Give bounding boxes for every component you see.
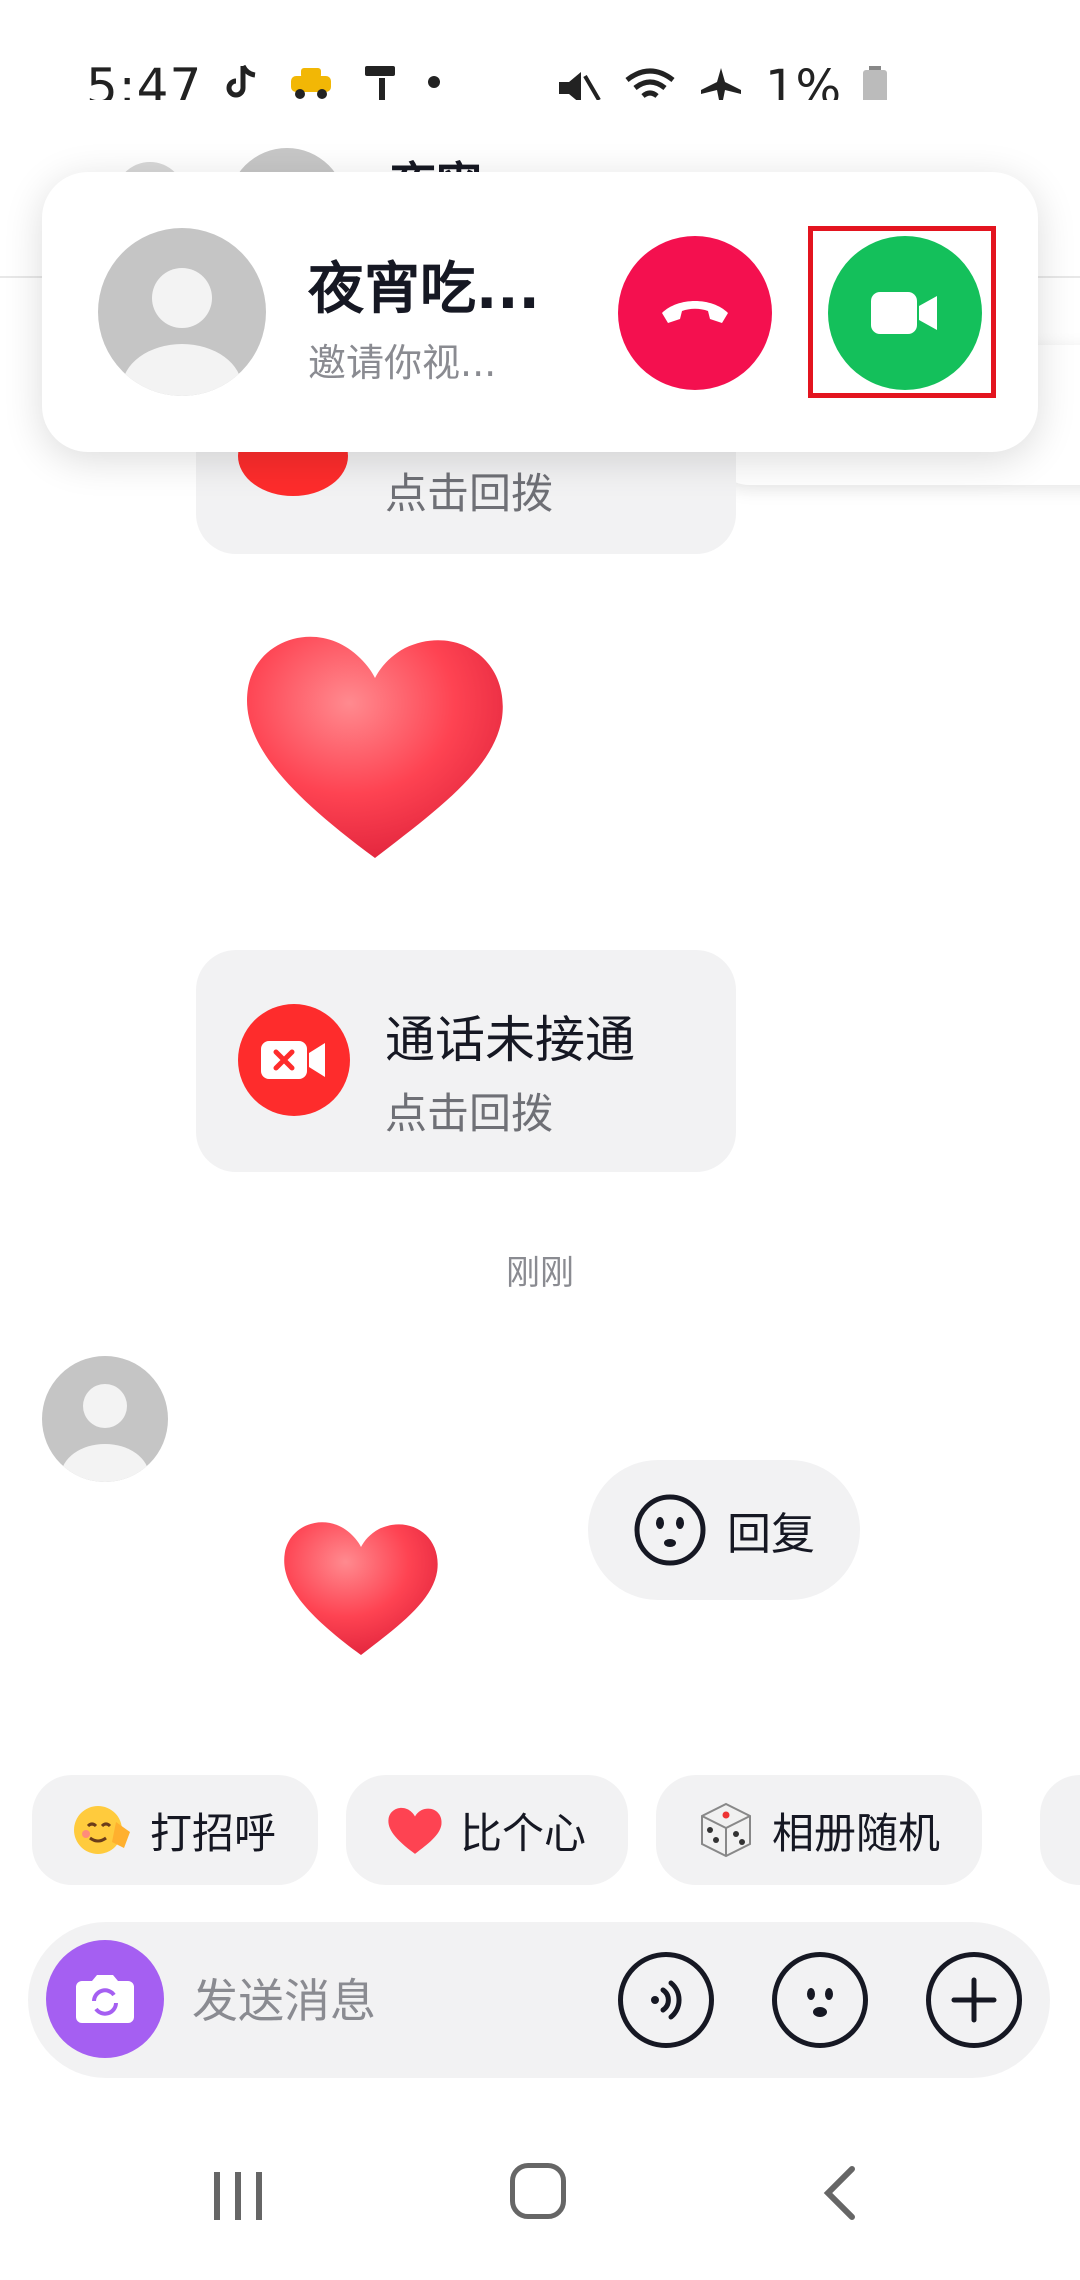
caller-avatar — [98, 228, 266, 396]
missed-call-subtitle: 点击回拨 — [385, 469, 554, 518]
reply-button[interactable]: 回复 — [588, 1460, 860, 1600]
voice-wave-icon — [651, 1980, 682, 2020]
heart-icon — [388, 1807, 442, 1854]
emoji-face-icon — [807, 1988, 833, 2017]
quick-action-greet[interactable]: 打招呼 — [32, 1775, 319, 1885]
phone-hangup-icon — [662, 301, 728, 323]
missed-call-title: 通话未接通 — [385, 1011, 635, 1069]
quick-action-random-album[interactable]: 相册随机 — [656, 1775, 983, 1885]
status-notification-icons — [223, 62, 441, 102]
chip-label: 相册随机 — [772, 1808, 941, 1858]
sender-avatar[interactable] — [42, 1356, 168, 1482]
voice-message-button[interactable] — [618, 1952, 714, 2048]
quick-action-chips: 打招呼 比个心 相册随机 — [32, 1775, 983, 1885]
tiktok-icon — [226, 64, 256, 98]
camera-flip-icon — [76, 1975, 134, 2023]
dice-icon — [701, 1802, 752, 1858]
chip-label: 比个心 — [460, 1808, 587, 1858]
missed-call-subtitle: 点击回拨 — [385, 1089, 554, 1138]
home-icon[interactable] — [510, 2163, 566, 2219]
caller-name: 夜宵吃... — [308, 257, 540, 322]
dot-icon — [428, 76, 440, 88]
person-icon — [122, 268, 242, 396]
call-invite-text: 邀请你视... — [308, 341, 497, 385]
reply-label: 回复 — [727, 1509, 815, 1560]
camera-button[interactable] — [46, 1940, 164, 2058]
person-icon — [61, 1384, 149, 1482]
heart-sticker[interactable] — [280, 1506, 442, 1666]
wave-emoji-icon — [74, 1806, 130, 1854]
message-input[interactable] — [190, 1960, 594, 2042]
quick-action-heart[interactable]: 比个心 — [346, 1775, 629, 1885]
smiley-icon — [634, 1494, 706, 1566]
recent-apps-icon[interactable] — [210, 2170, 266, 2222]
emoji-button[interactable] — [772, 1952, 868, 2048]
taxi-icon — [291, 68, 331, 99]
message-timestamp: 刚刚 — [506, 1253, 574, 1293]
highlight-annotation-box — [808, 226, 996, 398]
plus-icon — [951, 1977, 997, 2023]
paint-roller-icon — [365, 66, 395, 100]
missed-video-call-icon — [238, 1004, 350, 1116]
video-x-icon — [261, 1041, 325, 1079]
more-options-button[interactable] — [926, 1952, 1022, 2048]
chip-label: 打招呼 — [150, 1808, 277, 1858]
decline-call-button[interactable] — [618, 236, 772, 390]
quick-action-more[interactable] — [1040, 1775, 1080, 1885]
back-icon[interactable] — [820, 2165, 860, 2221]
heart-sticker[interactable] — [240, 618, 510, 868]
